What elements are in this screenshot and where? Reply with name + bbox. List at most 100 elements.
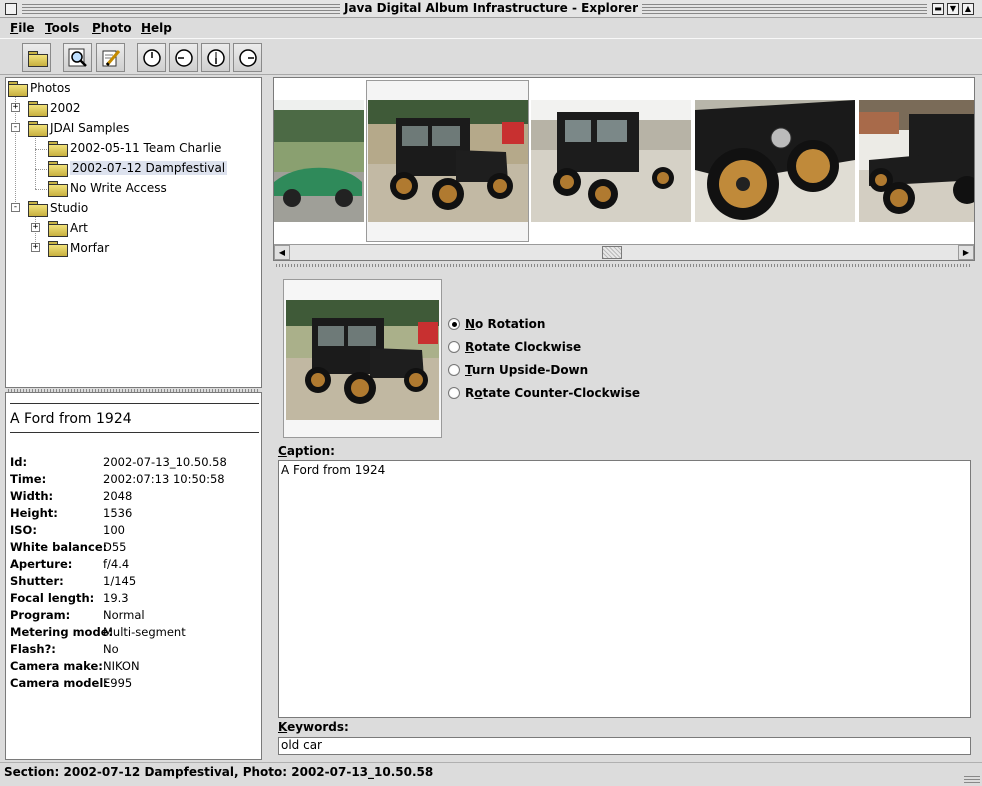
thumbnail-2[interactable] — [368, 100, 528, 222]
photo-title: A Ford from 1924 — [10, 403, 259, 433]
expand-icon[interactable]: + — [11, 103, 20, 112]
keywords-label-rest: eywords: — [287, 720, 349, 734]
radio-unchecked-icon[interactable] — [448, 387, 460, 399]
menu-tools[interactable]: Tools — [45, 21, 79, 35]
caption-textarea[interactable]: A Ford from 1924 — [278, 460, 971, 718]
thumbnail-4[interactable] — [695, 100, 855, 222]
minimize-icon[interactable]: ▬ — [932, 3, 944, 15]
menu-help[interactable]: Help — [141, 21, 172, 35]
radio-unchecked-icon[interactable] — [448, 341, 460, 353]
info-label: Camera make: — [10, 659, 103, 673]
radio-label-mnemonic: o — [474, 386, 483, 400]
folder-tree[interactable]: Photos + 2002 - JDAI Samples 2002-05-11 … — [5, 77, 262, 388]
menu-bar: File Tools Photo Help — [0, 18, 982, 38]
open-folder-button[interactable] — [22, 43, 51, 72]
expand-icon[interactable]: + — [31, 223, 40, 232]
menu-file[interactable]: File — [10, 21, 35, 35]
info-value: 100 — [103, 523, 125, 537]
radio-unchecked-icon[interactable] — [448, 364, 460, 376]
radio-rotate-clockwise[interactable]: Rotate Clockwise — [448, 338, 581, 356]
tree-item-2002[interactable]: 2002 — [28, 99, 81, 117]
tree-item-photos[interactable]: Photos — [8, 79, 70, 97]
folder-open-icon — [28, 201, 48, 217]
maximize-down-icon[interactable]: ▼ — [947, 3, 959, 15]
info-label: Shutter: — [10, 574, 64, 588]
edit-icon — [102, 49, 120, 66]
tree-item-art[interactable]: Art — [48, 219, 88, 237]
info-value: E995 — [103, 676, 133, 690]
tree-item-dampfestival[interactable]: 2002-07-12 Dampfestival — [48, 159, 228, 177]
scrollbar-thumb[interactable] — [602, 246, 622, 259]
tree-item-label: 2002 — [50, 101, 81, 115]
horizontal-splitter[interactable] — [276, 264, 972, 267]
status-bar: Section: 2002-07-12 Dampfestival, Photo:… — [0, 762, 982, 786]
tree-connector — [35, 136, 36, 189]
keywords-input[interactable]: old car — [278, 737, 971, 755]
scroll-left-icon[interactable]: ◀ — [274, 245, 290, 260]
radio-no-rotation[interactable]: No Rotation — [448, 315, 545, 333]
photo-info-panel: A Ford from 1924 Id: 2002-07-13_10.50.58 T… — [5, 392, 262, 760]
tree-item-label: 2002-05-11 Team Charlie — [70, 141, 222, 155]
rotate-ccw-icon — [174, 48, 193, 67]
info-value: 2002-07-13_10.50.58 — [103, 455, 227, 469]
tree-item-studio[interactable]: Studio — [28, 199, 88, 217]
search-photo-button[interactable] — [63, 43, 92, 72]
rotate-ccw-button[interactable] — [169, 43, 198, 72]
radio-label: Rotate Clockwise — [465, 340, 581, 354]
tree-item-jdai-samples[interactable]: JDAI Samples — [28, 119, 129, 137]
info-value: f/4.4 — [103, 557, 130, 571]
tree-connector — [35, 149, 47, 150]
folder-open-icon — [8, 81, 28, 97]
expand-icon[interactable]: + — [31, 243, 40, 252]
radio-label-rest: tate Counter-Clockwise — [482, 386, 641, 400]
maximize-up-icon[interactable]: ▲ — [962, 3, 974, 15]
info-value: Multi-segment — [103, 625, 186, 639]
caption-label: Caption: — [278, 444, 335, 458]
thumbnail-5[interactable] — [859, 100, 975, 222]
collapse-icon[interactable]: - — [11, 123, 20, 132]
info-value: NIKON — [103, 659, 140, 673]
radio-label-mnemonic: N — [465, 317, 476, 331]
edit-button[interactable] — [96, 43, 125, 72]
caption-label-mnemonic: C — [278, 444, 287, 458]
info-label: White balance: — [10, 540, 108, 554]
info-value: No — [103, 642, 119, 656]
menu-file-mnemonic: F — [10, 21, 19, 35]
radio-rotate-counter-clockwise[interactable]: Rotate Counter-Clockwise — [448, 384, 640, 402]
rotate-180-button[interactable] — [201, 43, 230, 72]
rotate-none-icon — [142, 48, 161, 67]
resize-grip-icon[interactable] — [964, 776, 980, 784]
rotate-cw-button[interactable] — [233, 43, 262, 72]
thumbnail-scrollbar[interactable]: ◀ ▶ — [274, 244, 974, 260]
radio-label-rest: otate Clockwise — [474, 340, 582, 354]
menu-help-mnemonic: H — [141, 21, 152, 35]
menu-photo[interactable]: Photo — [92, 21, 132, 35]
info-label: ISO: — [10, 523, 37, 537]
vertical-splitter[interactable] — [265, 77, 272, 760]
radio-checked-icon[interactable] — [448, 318, 460, 330]
tree-connector — [15, 96, 16, 208]
rotate-180-icon — [206, 48, 225, 67]
scroll-right-icon[interactable]: ▶ — [958, 245, 974, 260]
radio-label-rest: urn Upside-Down — [471, 363, 589, 377]
thumbnail-1[interactable] — [274, 100, 364, 222]
info-label: Width: — [10, 489, 54, 503]
tree-item-team-charlie[interactable]: 2002-05-11 Team Charlie — [48, 139, 221, 157]
tree-item-label: Studio — [50, 201, 89, 215]
window-title: Java Digital Album Infrastructure - Expl… — [339, 1, 642, 15]
info-label: Aperture: — [10, 557, 73, 571]
rotate-cw-icon — [238, 48, 257, 67]
tree-item-no-write-access[interactable]: No Write Access — [48, 179, 167, 197]
tree-item-morfar[interactable]: Morfar — [48, 239, 109, 257]
radio-turn-upside-down[interactable]: Turn Upside-Down — [448, 361, 588, 379]
thumbnail-3[interactable] — [531, 100, 691, 222]
keywords-label: Keywords: — [278, 720, 349, 734]
folder-icon — [48, 161, 68, 177]
menu-help-rest: elp — [151, 21, 172, 35]
rotate-none-button[interactable] — [137, 43, 166, 72]
tree-item-label: Art — [70, 221, 88, 235]
collapse-icon[interactable]: - — [11, 203, 20, 212]
radio-label: No Rotation — [465, 317, 545, 331]
photo-preview — [283, 279, 442, 438]
thumbnail-strip[interactable]: ◀ ▶ — [273, 77, 975, 261]
